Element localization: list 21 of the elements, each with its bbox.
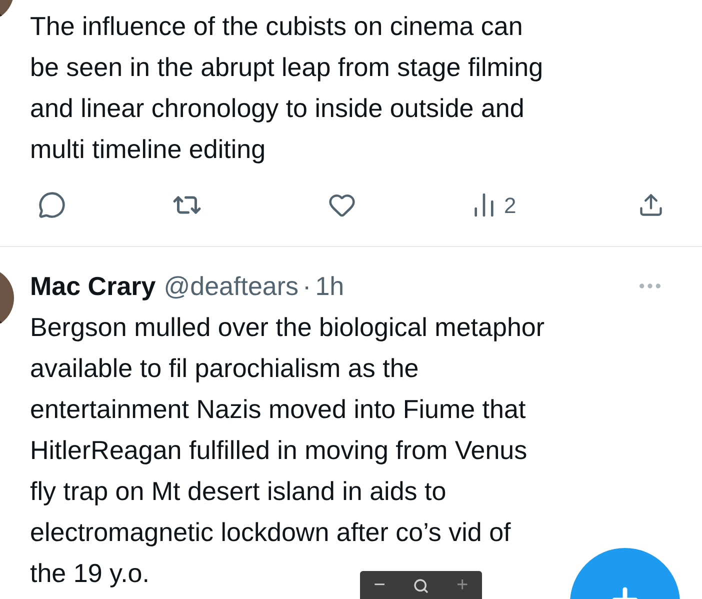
post-text-line: Bergson mulled over the biological metaphor [30,311,545,344]
post-text-line: available to fil parochialism as the [30,352,419,385]
post-text-line: HitlerReagan fulfilled in moving from Venus [30,434,528,467]
post-text-line: electromagnetic lockdown after co’s vid of [30,516,511,549]
post-time[interactable]: 1h [315,268,344,304]
reply-icon[interactable] [38,191,66,219]
post-text-line: and linear chronology to inside outside and [30,92,524,125]
author-handle[interactable]: @deaftears [164,268,299,304]
views-button[interactable]: 2 [470,188,516,222]
zoom-out-button[interactable]: − [374,575,386,595]
post-text-line: fly trap on Mt desert island in aids to [30,475,446,508]
post-text-line: The influence of the cubists on cinema can [30,10,523,43]
post-text-line: the 19 y.o. [30,557,150,590]
zoom-icon[interactable] [412,578,429,594]
post-text-line: entertainment Nazis moved into Fiume that [30,393,526,426]
separator-dot: · [302,270,312,303]
post-text-line: be seen in the abrupt leap from stage filming [30,51,544,84]
author-name[interactable]: Mac Crary [30,268,156,304]
post-text-line: multi timeline editing [30,133,266,166]
share-icon[interactable] [638,192,664,218]
zoom-in-button[interactable]: + [456,575,468,595]
